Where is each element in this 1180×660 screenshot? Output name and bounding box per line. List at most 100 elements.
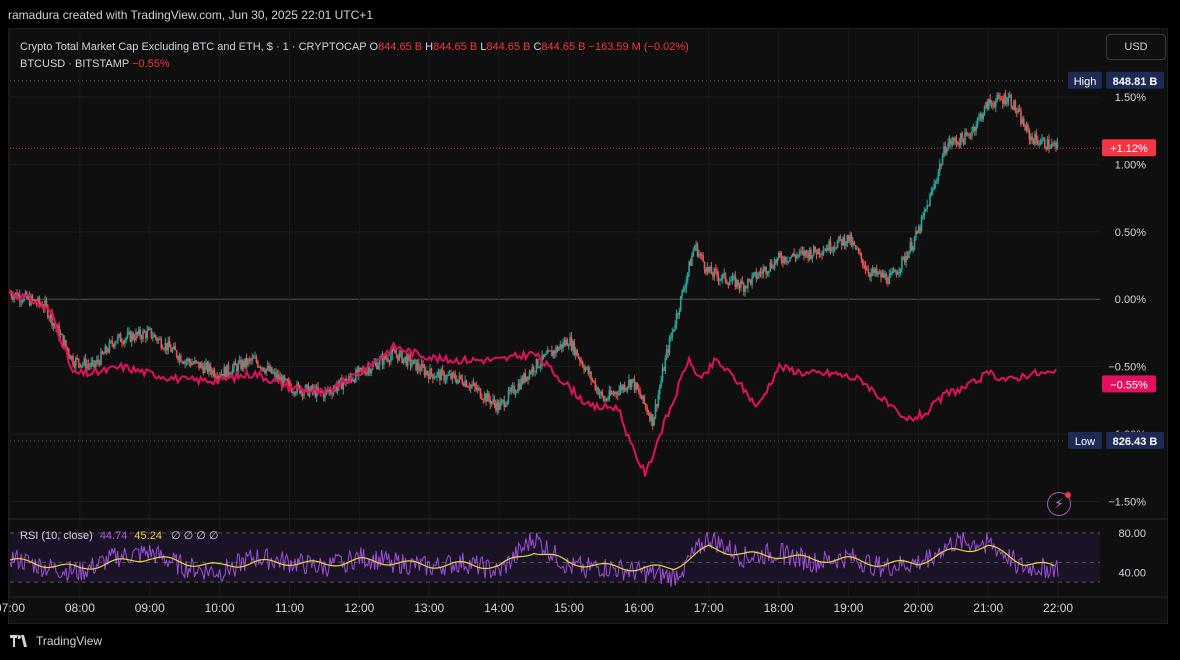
candle-body xyxy=(1031,136,1033,140)
candle-body xyxy=(835,247,837,249)
candle-body xyxy=(412,359,415,365)
candle-body xyxy=(920,216,923,231)
candle-body xyxy=(670,336,672,339)
candle-body xyxy=(741,280,744,284)
candle-body xyxy=(87,364,90,366)
lightning-icon[interactable]: ⚡ xyxy=(1047,492,1071,516)
candle-body xyxy=(947,143,949,150)
candle-body xyxy=(446,375,448,380)
x-tick-label: 16:00 xyxy=(624,601,654,615)
candle-body xyxy=(523,373,525,383)
compare-symbol[interactable]: BTCUSD · BITSTAMP xyxy=(20,58,129,70)
candle-body xyxy=(941,156,944,165)
candle-body xyxy=(532,367,535,372)
candle-body xyxy=(766,272,769,275)
tradingview-brand[interactable]: TradingView xyxy=(10,634,102,648)
candle-body xyxy=(194,360,196,364)
candle-body xyxy=(901,256,903,269)
symbol-title[interactable]: Crypto Total Market Cap Excluding BTC an… xyxy=(20,41,366,53)
candle-body xyxy=(1050,143,1053,148)
candle-body xyxy=(117,336,119,342)
candle-body xyxy=(894,269,896,273)
candle-body xyxy=(1048,139,1050,149)
candle-body xyxy=(266,365,269,369)
candle-body xyxy=(471,385,473,387)
candle-body xyxy=(1004,94,1007,105)
candle-body xyxy=(693,245,696,251)
candle-body xyxy=(762,269,765,274)
ohlc-open: O844.65 B xyxy=(369,41,423,53)
candle-body xyxy=(576,349,578,357)
rsi-title[interactable]: RSI (10, close) xyxy=(20,530,93,542)
candle-body xyxy=(429,368,431,380)
candle-body xyxy=(864,266,867,270)
candle-body xyxy=(178,355,181,361)
candle-body xyxy=(495,403,497,411)
candle-body xyxy=(800,250,802,252)
candle-body xyxy=(502,399,504,401)
candle-body xyxy=(810,249,812,259)
high-label-text: High xyxy=(1074,76,1097,88)
candle-body xyxy=(983,106,986,115)
candle-body xyxy=(1035,133,1038,140)
y-tick-label: 1.00% xyxy=(1115,159,1146,171)
candle-body xyxy=(164,342,167,349)
candle-body xyxy=(700,254,703,256)
candle-body xyxy=(1025,124,1028,131)
candle-body xyxy=(863,265,865,267)
candle-body xyxy=(509,390,511,392)
candle-body xyxy=(83,358,86,364)
currency-button[interactable]: USD xyxy=(1106,34,1166,60)
candle-body xyxy=(460,375,462,379)
low-value-text: 826.43 B xyxy=(1113,436,1158,448)
candle-body xyxy=(21,301,24,303)
candle-body xyxy=(63,339,66,347)
candle-body xyxy=(609,390,612,395)
candle-body xyxy=(142,331,144,340)
candle-body xyxy=(261,367,263,369)
candle-body xyxy=(726,281,728,284)
candle-body xyxy=(776,257,779,263)
candle-body xyxy=(128,331,130,333)
candle-body xyxy=(791,253,794,257)
candle-body xyxy=(895,272,898,275)
candle-body xyxy=(528,371,531,380)
candle-body xyxy=(355,369,357,382)
candle-body xyxy=(89,365,91,367)
price-chart[interactable]: 1.50%1.00%0.50%0.00%−0.50%−1.00%−1.50%07… xyxy=(0,0,1180,660)
candle-body xyxy=(933,183,935,190)
candle-body xyxy=(91,360,94,363)
candle-body xyxy=(859,252,861,254)
candle-body xyxy=(272,372,275,374)
candle-body xyxy=(675,313,678,326)
candle-body xyxy=(658,387,661,395)
candle-body xyxy=(275,371,277,379)
candle-body xyxy=(913,237,916,247)
candle-body xyxy=(439,371,441,381)
candle-body xyxy=(623,385,626,391)
candle-body xyxy=(689,261,692,266)
candle-body xyxy=(790,256,793,258)
candle-body xyxy=(590,371,592,380)
candle-body xyxy=(803,250,805,257)
candle-body xyxy=(664,357,667,371)
candle-body xyxy=(212,369,214,375)
candle-body xyxy=(104,346,107,354)
candle-body xyxy=(794,255,797,259)
candle-body xyxy=(45,300,48,306)
candle-body xyxy=(310,385,312,390)
rsi-empty-values: ∅ ∅ ∅ ∅ xyxy=(171,530,219,542)
candle-body xyxy=(103,353,105,355)
candle-body xyxy=(1015,111,1018,113)
candle-body xyxy=(559,344,562,348)
symbol-legend: Crypto Total Market Cap Excluding BTC an… xyxy=(20,39,689,73)
candle-body xyxy=(143,331,146,333)
candle-body xyxy=(549,350,552,352)
candle-body xyxy=(621,385,623,391)
candle-body xyxy=(166,342,168,351)
candle-body xyxy=(822,250,825,255)
candle-body xyxy=(402,358,405,363)
candle-body xyxy=(926,204,928,209)
candle-body xyxy=(852,242,854,246)
candle-body xyxy=(782,260,784,263)
